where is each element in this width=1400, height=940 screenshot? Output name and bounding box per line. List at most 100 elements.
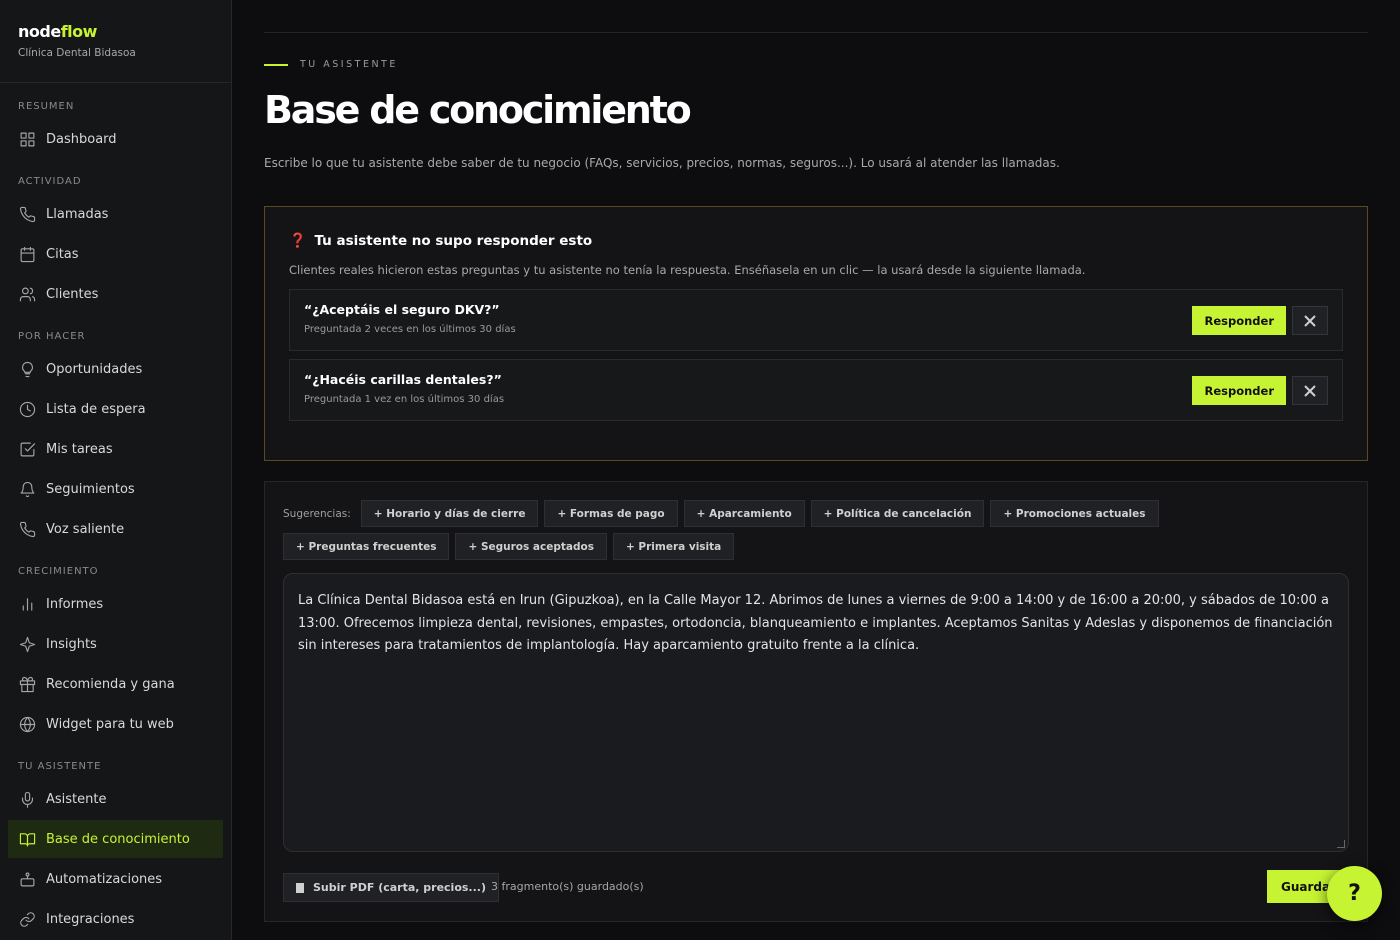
sidebar-item-label: Clientes <box>46 286 99 302</box>
sidebar-item-integraciones[interactable]: Integraciones <box>8 900 223 938</box>
lightbulb-icon <box>18 360 36 378</box>
sidebar-item-label: Llamadas <box>46 206 109 222</box>
sidebar-item-label: Automatizaciones <box>46 871 163 887</box>
respond-button[interactable]: Responder <box>1192 376 1286 405</box>
calendar-icon <box>18 245 36 263</box>
fragments-status: 3 fragmento(s) guardado(s) <box>491 880 644 893</box>
sidebar-item-label: Recomienda y gana <box>46 676 175 692</box>
eyebrow-label: TU ASISTENTE <box>300 59 398 70</box>
sidebar-item-label: Informes <box>46 596 104 612</box>
microphone-icon <box>18 790 36 808</box>
question-mark-icon: ❓ <box>289 233 307 249</box>
sidebar-item-label: Widget para tu web <box>46 716 174 732</box>
close-icon <box>1304 314 1316 327</box>
dismiss-button[interactable] <box>1292 376 1328 405</box>
link-icon <box>18 910 36 928</box>
close-icon <box>1304 384 1316 397</box>
page-description: Escribe lo que tu asistente debe saber d… <box>264 156 1060 170</box>
sidebar-item-voz-saliente[interactable]: Voz saliente <box>8 510 223 548</box>
resize-handle-icon[interactable] <box>1337 840 1345 848</box>
brand-name-part1: node <box>18 22 61 41</box>
sidebar-item-citas[interactable]: Citas <box>8 235 223 273</box>
bot-icon <box>18 870 36 888</box>
suggestion-chip-preguntas-frecuentes[interactable]: + Preguntas frecuentes <box>283 533 450 560</box>
sidebar-item-label: Voz saliente <box>46 521 125 537</box>
top-divider <box>264 32 1368 33</box>
suggestion-chip-horario-y-dias-de-cierre[interactable]: + Horario y días de cierre <box>360 500 539 527</box>
bell-icon <box>18 480 36 498</box>
sidebar-item-mis-tareas[interactable]: Mis tareas <box>8 430 223 468</box>
question-text: “¿Aceptáis el seguro DKV?” <box>304 302 500 317</box>
brand-subtitle: Clínica Dental Bidasoa <box>18 47 136 59</box>
sidebar-item-recomienda-y-gana[interactable]: Recomienda y gana <box>8 665 223 703</box>
suggestion-chip-promociones-actuales[interactable]: + Promociones actuales <box>990 500 1159 527</box>
brand: nodeflow Clínica Dental Bidasoa <box>0 0 231 83</box>
globe-icon <box>18 715 36 733</box>
unanswered-question-row: “¿Aceptáis el seguro DKV?” Preguntada 2 … <box>289 289 1343 351</box>
eyebrow-accent-bar <box>264 63 288 66</box>
suggestion-chip-politica-de-cancelacion[interactable]: + Política de cancelación <box>810 500 985 527</box>
sidebar-item-label: Dashboard <box>46 131 117 147</box>
suggestions-bar: Sugerencias: + Horario y días de cierre +… <box>283 500 1233 560</box>
sidebar-item-oportunidades[interactable]: Oportunidades <box>8 350 223 388</box>
sidebar-item-label: Integraciones <box>46 911 135 927</box>
document-icon <box>296 882 304 893</box>
upload-pdf-button[interactable]: Subir PDF (carta, precios...) <box>283 873 499 902</box>
page-eyebrow: TU ASISTENTE <box>264 59 398 70</box>
knowledge-editor: Sugerencias: + Horario y días de cierre +… <box>264 481 1368 922</box>
unanswered-description: Clientes reales hicieron estas preguntas… <box>289 263 1086 277</box>
page-title: Base de conocimiento <box>264 88 692 132</box>
brand-logo[interactable]: nodeflow <box>18 22 213 41</box>
unanswered-question-row: “¿Hacéis carillas dentales?” Preguntada … <box>289 359 1343 421</box>
sidebar-item-seguimientos[interactable]: Seguimientos <box>8 470 223 508</box>
help-button[interactable]: ? <box>1327 866 1382 921</box>
sidebar-item-label: Lista de espera <box>46 401 146 417</box>
upload-pdf-label: Subir PDF (carta, precios...) <box>313 881 486 894</box>
sidebar-item-informes[interactable]: Informes <box>8 585 223 623</box>
nav-section-resumen: RESUMEN <box>18 101 75 112</box>
question-frequency: Preguntada 1 vez en los últimos 30 días <box>304 394 505 405</box>
sidebar-item-lista-de-espera[interactable]: Lista de espera <box>8 390 223 428</box>
unanswered-questions-panel: ❓ Tu asistente no supo responder esto Cl… <box>264 206 1368 461</box>
nav-section-por-hacer: POR HACER <box>18 331 86 342</box>
phone-outgoing-icon <box>18 520 36 538</box>
sidebar: nodeflow Clínica Dental Bidasoa RESUMEN D… <box>0 0 232 940</box>
knowledge-textarea[interactable]: La Clínica Dental Bidasoa está en Irun (… <box>283 573 1349 852</box>
question-list: “¿Aceptáis el seguro DKV?” Preguntada 2 … <box>289 289 1343 421</box>
suggestions-label: Sugerencias: <box>283 507 351 520</box>
suggestion-chip-seguros-aceptados[interactable]: + Seguros aceptados <box>455 533 607 560</box>
respond-button[interactable]: Responder <box>1192 306 1286 335</box>
suggestion-chip-aparcamiento[interactable]: + Aparcamiento <box>683 500 805 527</box>
clock-icon <box>18 400 36 418</box>
checkbox-icon <box>18 440 36 458</box>
sidebar-item-label: Asistente <box>46 791 107 807</box>
suggestion-chip-primera-visita[interactable]: + Primera visita <box>612 533 735 560</box>
sidebar-item-widget-para-tu-web[interactable]: Widget para tu web <box>8 705 223 743</box>
nav-section-tu-asistente: TU ASISTENTE <box>18 761 102 772</box>
gift-icon <box>18 675 36 693</box>
question-text: “¿Hacéis carillas dentales?” <box>304 372 502 387</box>
unanswered-title-text: Tu asistente no supo responder esto <box>314 233 593 249</box>
sidebar-item-label: Citas <box>46 246 79 262</box>
sidebar-item-automatizaciones[interactable]: Automatizaciones <box>8 860 223 898</box>
grid-icon <box>18 130 36 148</box>
sidebar-item-insights[interactable]: Insights <box>8 625 223 663</box>
suggestion-chip-formas-de-pago[interactable]: + Formas de pago <box>544 500 678 527</box>
unanswered-title: ❓ Tu asistente no supo responder esto <box>289 233 1343 249</box>
users-icon <box>18 285 36 303</box>
app-root: nodeflow Clínica Dental Bidasoa RESUMEN D… <box>0 0 1400 940</box>
sidebar-item-label: Mis tareas <box>46 441 113 457</box>
nav-section-actividad: ACTIVIDAD <box>18 176 82 187</box>
sidebar-item-base-de-conocimiento[interactable]: Base de conocimiento <box>8 820 223 858</box>
main-content: TU ASISTENTE Base de conocimiento Escrib… <box>264 0 1368 940</box>
sidebar-item-dashboard[interactable]: Dashboard <box>8 120 223 158</box>
sidebar-item-llamadas[interactable]: Llamadas <box>8 195 223 233</box>
sidebar-item-label: Seguimientos <box>46 481 135 497</box>
book-icon <box>18 830 36 848</box>
dismiss-button[interactable] <box>1292 306 1328 335</box>
phone-icon <box>18 205 36 223</box>
sidebar-item-label: Oportunidades <box>46 361 143 377</box>
bar-chart-icon <box>18 595 36 613</box>
sidebar-item-clientes[interactable]: Clientes <box>8 275 223 313</box>
sidebar-item-asistente[interactable]: Asistente <box>8 780 223 818</box>
